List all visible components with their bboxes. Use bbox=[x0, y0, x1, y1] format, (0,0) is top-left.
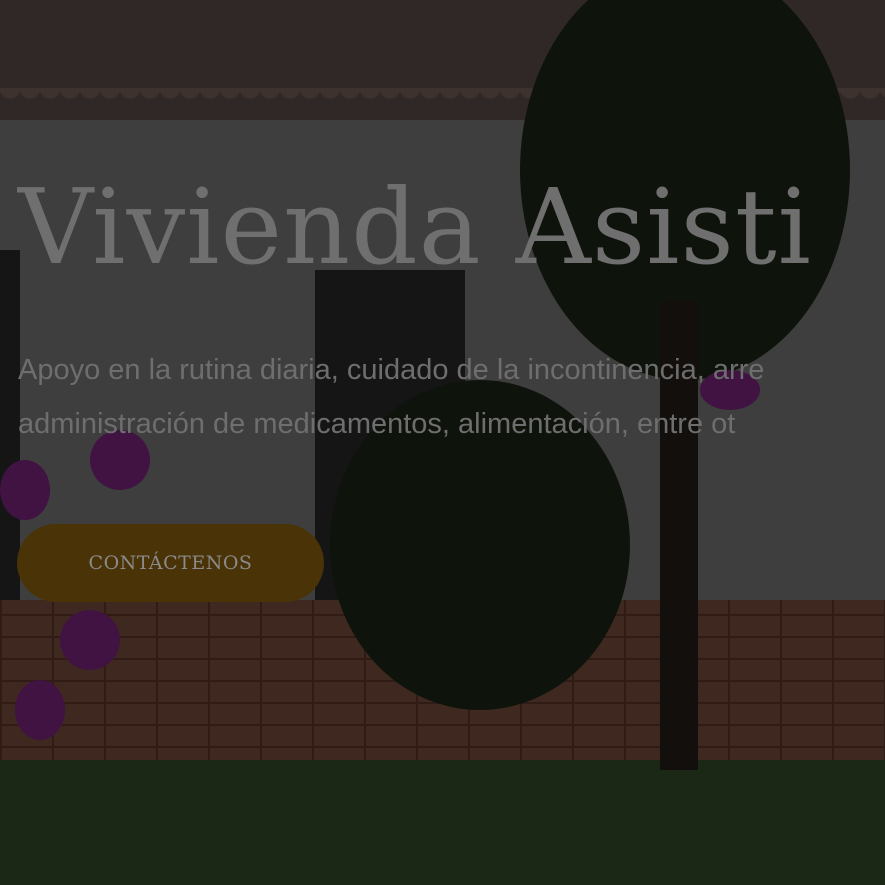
hero-subtitle: Apoyo en la rutina diaria, cuidado de la… bbox=[18, 343, 885, 451]
hero-subtitle-line-2: administración de medicamentos, alimenta… bbox=[18, 408, 736, 440]
contact-button[interactable]: CONTÁCTENOS bbox=[17, 524, 324, 602]
hero-section: Vivienda Asisti Apoyo en la rutina diari… bbox=[0, 0, 885, 885]
hero-title: Vivienda Asisti bbox=[18, 166, 812, 288]
hero-subtitle-line-1: Apoyo en la rutina diaria, cuidado de la… bbox=[18, 354, 765, 386]
